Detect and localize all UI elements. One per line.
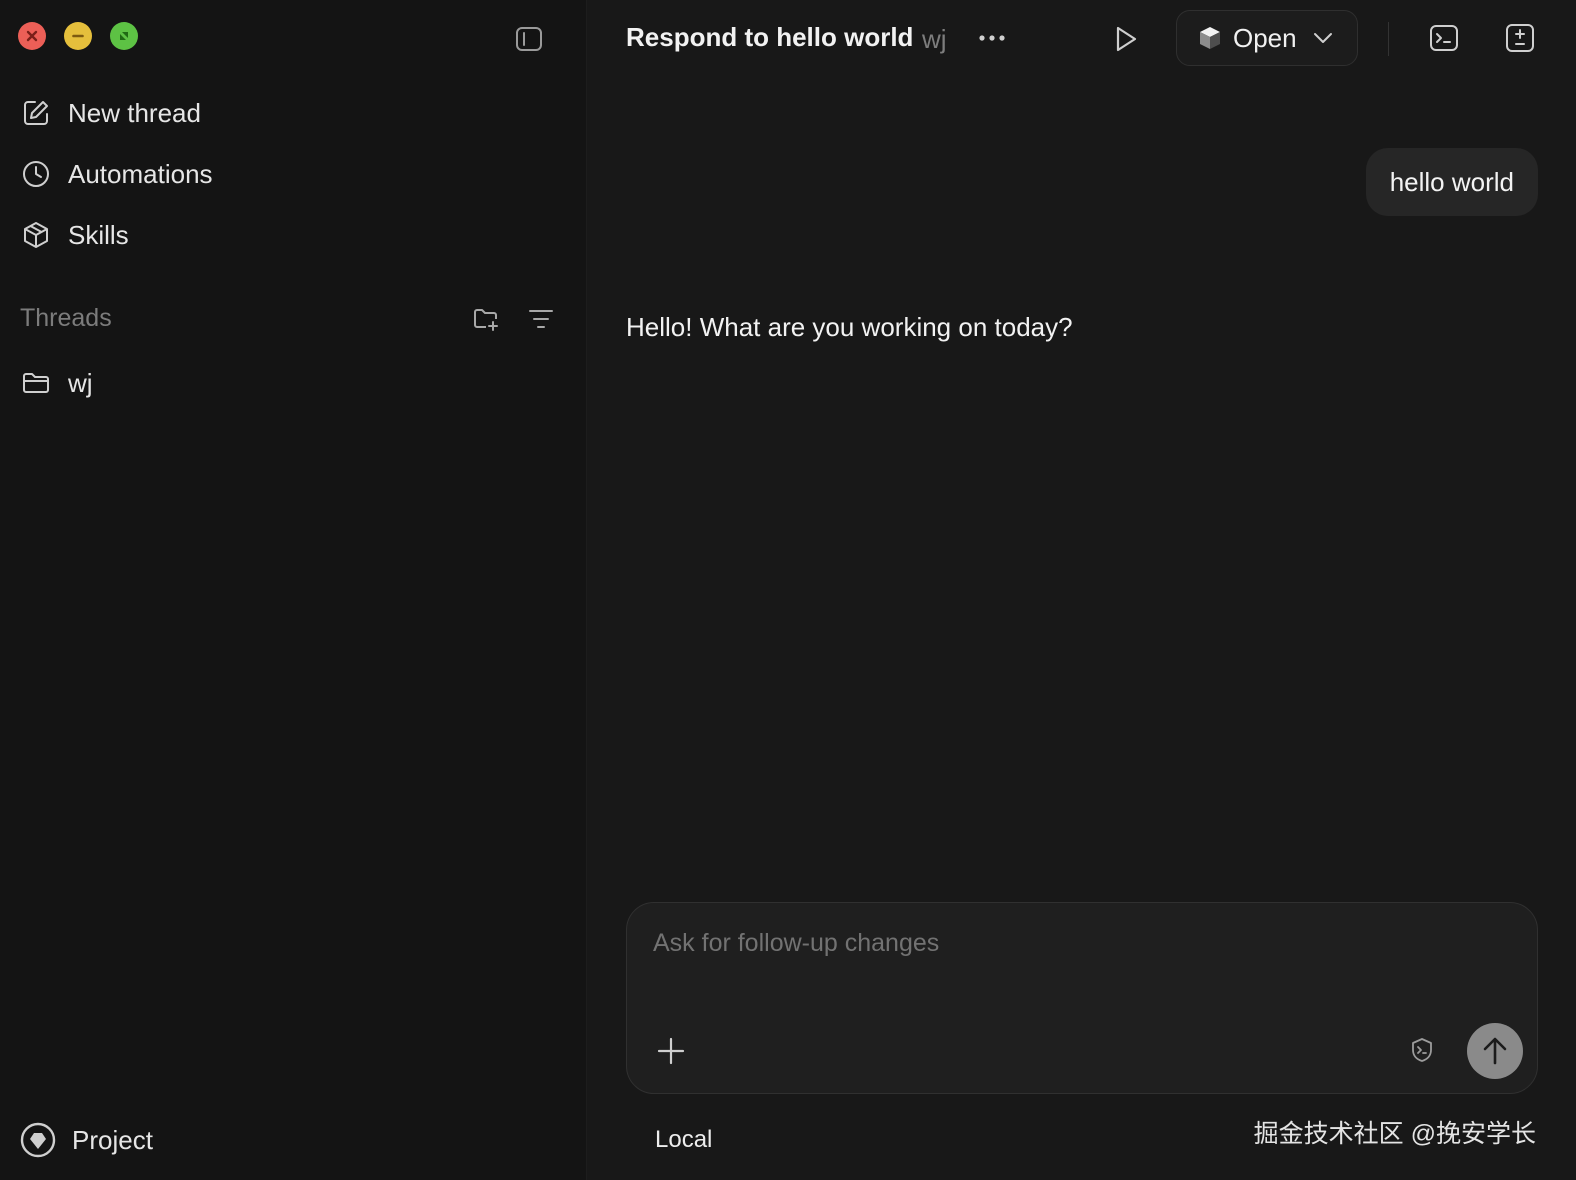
open-label: Open bbox=[1233, 22, 1297, 53]
new-folder-button[interactable] bbox=[470, 303, 502, 335]
diff-button[interactable] bbox=[1502, 20, 1538, 56]
sidebar: New thread Automations Skills Threads wj… bbox=[0, 0, 587, 1180]
maximize-window-button[interactable] bbox=[110, 22, 138, 50]
send-button[interactable] bbox=[1467, 1023, 1523, 1079]
user-message: hello world bbox=[1365, 148, 1538, 216]
app-cube-icon bbox=[1197, 25, 1223, 51]
composer bbox=[626, 902, 1538, 1094]
more-icon bbox=[979, 35, 1005, 41]
sidebar-item-skills[interactable]: Skills bbox=[20, 213, 129, 257]
minimize-icon bbox=[72, 34, 84, 38]
cube-icon bbox=[20, 219, 52, 251]
more-options-button[interactable] bbox=[974, 22, 1010, 54]
edit-icon bbox=[20, 97, 52, 129]
clock-icon bbox=[20, 158, 52, 190]
project-icon bbox=[20, 1122, 56, 1158]
project-name: wj bbox=[922, 24, 947, 54]
fullscreen-icon bbox=[120, 32, 128, 40]
thread-title: Respond to hello world bbox=[626, 22, 914, 52]
filter-icon bbox=[529, 310, 553, 328]
open-in-button[interactable]: Open bbox=[1176, 10, 1358, 66]
sidebar-folder-label: wj bbox=[68, 367, 93, 398]
terminal-icon bbox=[1430, 25, 1458, 51]
folder-icon bbox=[20, 367, 52, 399]
filter-button[interactable] bbox=[525, 303, 557, 335]
sidebar-item-new-thread[interactable]: New thread bbox=[20, 91, 201, 135]
minimize-window-button[interactable] bbox=[64, 22, 92, 50]
play-icon bbox=[1116, 26, 1137, 52]
arrow-up-icon bbox=[1483, 1037, 1507, 1065]
close-window-button[interactable] bbox=[18, 22, 46, 50]
diff-icon bbox=[1506, 24, 1534, 52]
close-icon bbox=[26, 30, 38, 42]
folder-plus-icon bbox=[474, 309, 498, 331]
header-divider bbox=[1388, 22, 1389, 56]
environment-selector[interactable]: Local bbox=[655, 1126, 712, 1154]
sidebar-item-automations[interactable]: Automations bbox=[20, 152, 213, 196]
sidebar-item-label: Automations bbox=[68, 158, 213, 189]
project-button[interactable]: Project bbox=[20, 1122, 153, 1158]
sidebar-panel-icon bbox=[516, 27, 542, 51]
watermark: 掘金技术社区 @挽安学长 bbox=[1253, 1120, 1536, 1148]
plus-icon bbox=[657, 1037, 685, 1065]
follow-up-input[interactable] bbox=[651, 927, 1515, 991]
shield-terminal-icon bbox=[1412, 1038, 1432, 1062]
chevron-down-icon bbox=[1313, 32, 1333, 44]
assistant-message: Hello! What are you working on today? bbox=[626, 312, 1073, 342]
sidebar-item-label: Skills bbox=[68, 219, 129, 250]
sidebar-item-label: New thread bbox=[68, 97, 201, 128]
sidebar-folder-wj[interactable]: wj bbox=[20, 361, 93, 405]
sandbox-mode-button[interactable] bbox=[1407, 1035, 1437, 1065]
run-button[interactable] bbox=[1108, 21, 1144, 57]
project-label: Project bbox=[72, 1124, 153, 1155]
terminal-button[interactable] bbox=[1426, 20, 1462, 56]
add-attachment-button[interactable] bbox=[653, 1033, 689, 1069]
toggle-sidebar-button[interactable] bbox=[512, 22, 546, 56]
threads-heading: Threads bbox=[20, 304, 112, 332]
